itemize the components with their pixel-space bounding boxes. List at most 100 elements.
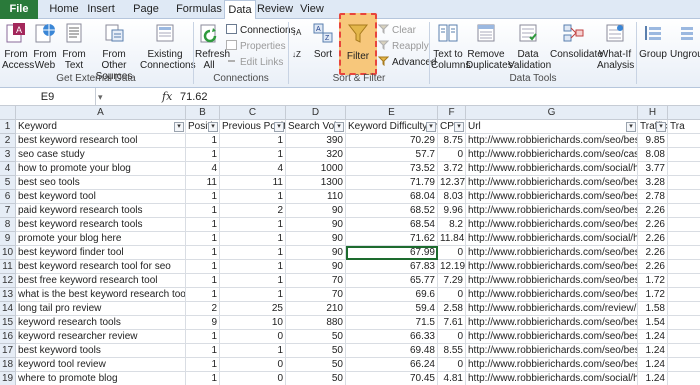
table-cell[interactable]: 1 [186,246,220,260]
table-cell[interactable]: 68.52 [346,204,438,218]
table-cell[interactable]: 1 [186,190,220,204]
row-header[interactable]: 14 [0,302,16,316]
connections-button[interactable]: Connections [226,24,296,37]
from-access-button[interactable]: A From Access [2,22,34,71]
table-cell[interactable]: 2.78 [638,190,668,204]
table-cell[interactable]: best keyword research tool [16,134,186,148]
table-cell[interactable]: 3.28 [638,176,668,190]
column-title-cell[interactable]: Search Volu ▾ [286,120,346,134]
table-cell[interactable]: 1 [186,260,220,274]
table-cell[interactable]: 73.52 [346,162,438,176]
table-cell[interactable]: 1 [220,288,286,302]
insert-function-icon[interactable]: fx [162,88,172,106]
table-cell[interactable] [668,176,700,190]
table-cell[interactable]: 7.61 [438,316,466,330]
row-header[interactable]: 1 [0,120,16,134]
table-cell[interactable]: http://www.robbierichards.com/seo/best-k… [466,316,638,330]
table-cell[interactable]: 71.5 [346,316,438,330]
table-cell[interactable]: best free keyword research tool [16,274,186,288]
table-cell[interactable]: 57.7 [346,148,438,162]
table-cell[interactable] [668,372,700,385]
table-cell[interactable]: what is the best keyword research tool f… [16,288,186,302]
column-title-cell[interactable]: Positi ▾ [186,120,220,134]
table-cell[interactable]: 0 [220,330,286,344]
table-cell[interactable]: 9 [186,316,220,330]
table-cell[interactable]: 390 [286,134,346,148]
table-cell[interactable]: 50 [286,344,346,358]
table-cell[interactable]: 65.77 [346,274,438,288]
table-cell[interactable]: 880 [286,316,346,330]
table-cell[interactable]: best keyword tools [16,344,186,358]
filter-dropdown-icon[interactable]: ▾ [454,122,464,132]
table-cell[interactable] [668,246,700,260]
table-cell[interactable]: 2.26 [638,232,668,246]
table-cell[interactable]: 1.58 [638,302,668,316]
table-cell[interactable]: keyword research tools [16,316,186,330]
table-cell[interactable]: http://www.robbierichards.com/seo/best-k… [466,190,638,204]
tab-data[interactable]: Data [224,0,256,20]
column-header-i[interactable] [668,106,700,120]
table-cell[interactable]: keyword tool review [16,358,186,372]
column-header-h[interactable]: H [638,106,668,120]
table-cell[interactable]: 69.6 [346,288,438,302]
table-cell[interactable]: 2 [186,302,220,316]
tab-page-layout[interactable]: Page Layout [118,0,174,34]
column-title-cell[interactable]: Url ▾ [466,120,638,134]
row-header[interactable]: 8 [0,218,16,232]
row-header[interactable]: 12 [0,274,16,288]
table-cell[interactable]: 1 [186,330,220,344]
filter-dropdown-icon[interactable]: ▾ [334,122,344,132]
table-cell[interactable]: http://www.robbierichards.com/social/how… [466,372,638,385]
tab-home[interactable]: Home [44,0,84,19]
table-cell[interactable]: 1 [220,148,286,162]
table-cell[interactable] [668,190,700,204]
table-cell[interactable]: 1.24 [638,344,668,358]
sort-a-to-z-button[interactable]: ↓A [292,27,301,39]
tab-view[interactable]: View [296,0,328,19]
table-cell[interactable]: 50 [286,330,346,344]
row-header[interactable]: 7 [0,204,16,218]
consolidate-button[interactable]: Consolidate [550,22,603,60]
table-cell[interactable]: http://www.robbierichards.com/review/lon… [466,302,638,316]
advanced-button[interactable]: Advanced [377,56,436,69]
table-cell[interactable]: 2.26 [638,218,668,232]
table-cell[interactable]: 1 [186,218,220,232]
table-cell[interactable]: promote your blog here [16,232,186,246]
tab-formulas[interactable]: Formulas [174,0,224,19]
table-cell[interactable]: seo case study [16,148,186,162]
table-cell[interactable]: keyword researcher review [16,330,186,344]
table-cell[interactable]: 1 [220,134,286,148]
table-cell[interactable]: 1.72 [638,274,668,288]
row-header[interactable]: 18 [0,358,16,372]
table-cell[interactable] [668,260,700,274]
table-cell[interactable]: 4.81 [438,372,466,385]
column-title-cell[interactable]: Tra [668,120,700,134]
table-cell[interactable]: 1300 [286,176,346,190]
table-cell[interactable]: 71.79 [346,176,438,190]
group-button[interactable]: Group [638,22,668,60]
table-cell[interactable]: 1.24 [638,372,668,385]
table-cell[interactable]: 1 [220,232,286,246]
table-cell[interactable]: 71.62 [346,232,438,246]
table-cell[interactable]: 1 [186,232,220,246]
table-cell[interactable]: 2.58 [438,302,466,316]
table-cell[interactable] [668,274,700,288]
table-cell[interactable]: 8.75 [438,134,466,148]
table-cell[interactable]: 8.55 [438,344,466,358]
table-cell[interactable]: 1 [220,260,286,274]
table-cell[interactable]: 0 [438,288,466,302]
table-cell[interactable]: 0 [438,246,466,260]
name-box[interactable]: E9 [0,88,96,106]
table-cell[interactable]: http://www.robbierichards.com/seo/best-k… [466,330,638,344]
tab-review[interactable]: Review [256,0,294,19]
clear-button[interactable]: Clear [377,24,416,37]
table-cell[interactable]: 2.26 [638,260,668,274]
column-header-b[interactable]: B [186,106,220,120]
properties-button[interactable]: Properties [226,40,286,53]
table-cell[interactable]: 1 [186,148,220,162]
table-cell[interactable] [668,134,700,148]
table-cell[interactable]: 90 [286,218,346,232]
column-header-e[interactable]: E [346,106,438,120]
table-cell[interactable]: where to promote blog [16,372,186,385]
table-cell[interactable]: 70.29 [346,134,438,148]
